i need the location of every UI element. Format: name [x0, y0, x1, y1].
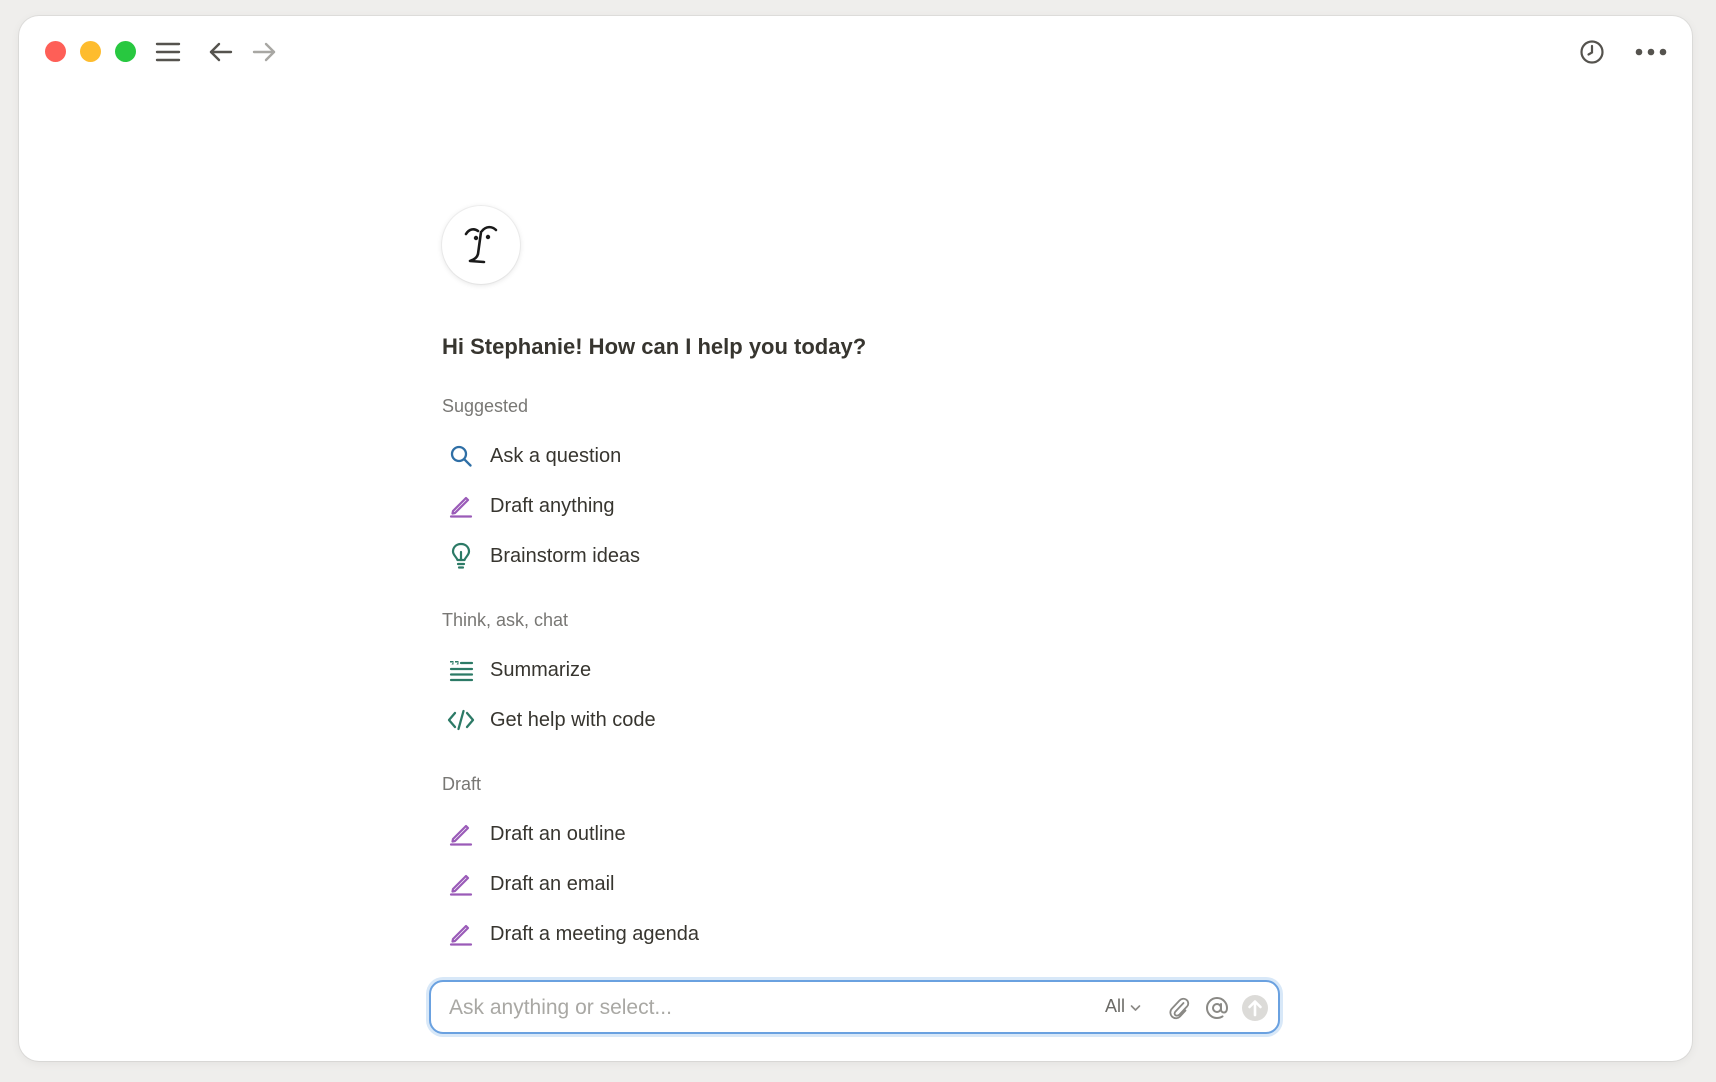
title-bar — [19, 16, 1692, 86]
arrow-up-circle-icon[interactable] — [1241, 994, 1269, 1022]
code-icon — [446, 705, 476, 735]
arrow-left-icon[interactable] — [203, 34, 239, 70]
scope-dropdown[interactable]: All — [1105, 996, 1141, 1017]
summary-lines-icon — [446, 655, 476, 685]
suggestion-label: Brainstorm ideas — [490, 544, 641, 567]
prompt-input[interactable] — [447, 990, 1091, 1026]
window-close-button[interactable] — [45, 41, 66, 62]
suggestion-draft-an-outline[interactable]: Draft an outline — [442, 814, 842, 854]
paperclip-icon[interactable] — [1165, 994, 1193, 1022]
suggestion-label: Draft an email — [490, 872, 615, 895]
suggestion-draft-an-email[interactable]: Draft an email — [442, 864, 842, 904]
pen-icon — [446, 869, 476, 899]
at-sign-icon[interactable] — [1203, 994, 1231, 1022]
lightbulb-icon — [446, 541, 476, 571]
suggestion-label: Draft anything — [490, 494, 615, 517]
arrow-right-icon[interactable] — [246, 34, 282, 70]
window-minimize-button[interactable] — [80, 41, 101, 62]
chevron-down-icon — [1130, 996, 1141, 1017]
window-maximize-button[interactable] — [115, 41, 136, 62]
clock-icon[interactable] — [1574, 34, 1610, 70]
suggestion-get-help-with-code[interactable]: Get help with code — [442, 700, 842, 740]
suggestion-ask-a-question[interactable]: Ask a question — [442, 436, 842, 476]
suggestion-label: Draft an outline — [490, 822, 626, 845]
pen-icon — [446, 491, 476, 521]
suggestion-label: Summarize — [490, 658, 592, 681]
section-label-suggested: Suggested — [442, 396, 529, 416]
app-window: Hi Stephanie! How can I help you today? … — [19, 16, 1692, 1061]
prompt-input-box: All — [429, 980, 1280, 1034]
pen-icon — [446, 919, 476, 949]
suggestion-draft-a-meeting-agenda[interactable]: Draft a meeting agenda — [442, 914, 842, 954]
suggestion-label: Ask a question — [490, 444, 622, 467]
suggestion-brainstorm-ideas[interactable]: Brainstorm ideas — [442, 536, 842, 576]
pen-icon — [446, 819, 476, 849]
greeting-heading: Hi Stephanie! How can I help you today? — [442, 334, 867, 359]
suggestion-summarize[interactable]: Summarize — [442, 650, 842, 690]
section-label-draft: Draft — [442, 774, 482, 794]
ai-face-icon — [442, 206, 520, 284]
hamburger-menu-icon[interactable] — [150, 34, 186, 70]
scope-label: All — [1105, 996, 1126, 1016]
suggestion-label: Draft a meeting agenda — [490, 922, 700, 945]
suggestion-draft-anything[interactable]: Draft anything — [442, 486, 842, 526]
section-label-think-ask-chat: Think, ask, chat — [442, 610, 569, 630]
more-horizontal-icon[interactable] — [1633, 34, 1669, 70]
search-icon — [446, 441, 476, 471]
suggestion-label: Get help with code — [490, 708, 656, 731]
